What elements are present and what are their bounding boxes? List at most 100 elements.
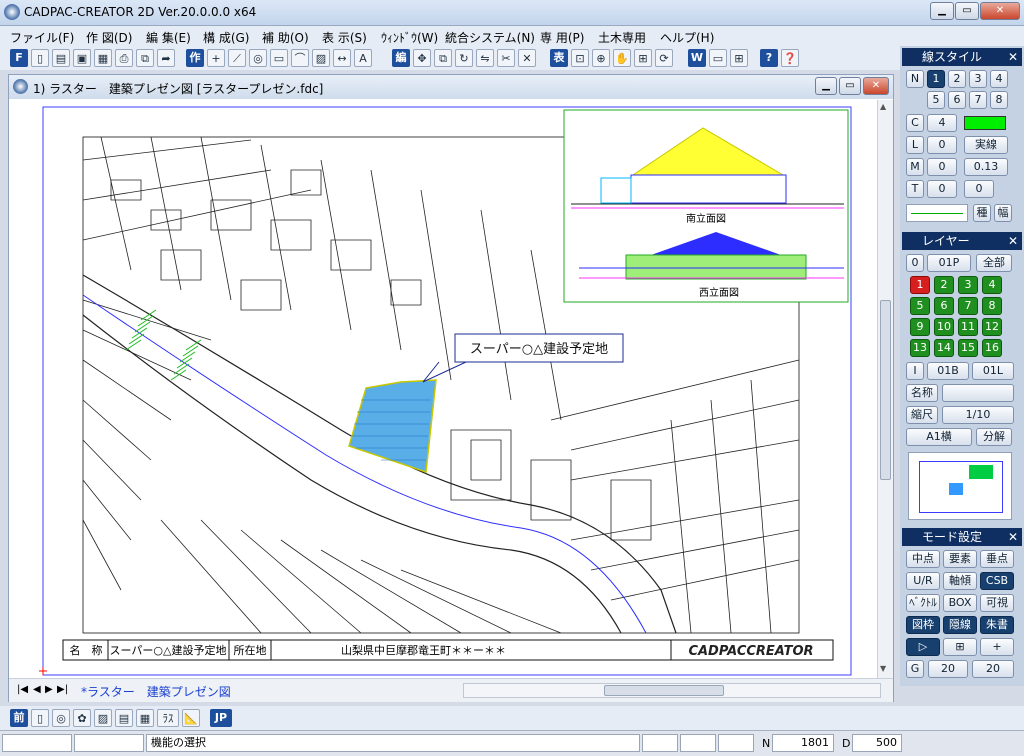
layer-button-5[interactable]: 5 [910, 297, 930, 315]
menu-view[interactable]: 表 示(S) [322, 29, 367, 46]
menu-file[interactable]: ファイル(F) [10, 29, 74, 46]
line-number-3[interactable]: 3 [969, 70, 987, 88]
menu-civil[interactable]: 土木専用 [598, 29, 646, 46]
doc-maximize-button[interactable]: ▭ [839, 77, 861, 95]
mode-axis[interactable]: 軸傾 [943, 572, 977, 590]
color-button[interactable]: C [906, 114, 924, 132]
layer-button-13[interactable]: 13 [910, 339, 930, 357]
mode-perpendicular[interactable]: 垂点 [980, 550, 1014, 568]
cursor-arrow-icon[interactable]: ▷ [906, 638, 940, 656]
line-number-6[interactable]: 6 [948, 91, 966, 109]
mode-element[interactable]: 要素 [943, 550, 977, 568]
save-as-icon[interactable]: ▦ [94, 49, 112, 67]
scroll-down-arrow[interactable]: ▼ [880, 664, 886, 673]
zoom-window-icon[interactable]: ⊡ [571, 49, 589, 67]
grid-icon[interactable]: ⊞ [943, 638, 977, 656]
layer-button-15[interactable]: 15 [958, 339, 978, 357]
linetype-name[interactable]: 実線 [964, 136, 1008, 154]
menu-integrated[interactable]: 統合システム(N) [445, 29, 535, 46]
layer-button-1[interactable]: 1 [910, 276, 930, 294]
line-n-button[interactable]: N [906, 70, 924, 88]
menu-help[interactable]: ヘルプ(H) [660, 29, 714, 46]
linetype-select[interactable]: 0 [927, 136, 957, 154]
point-icon[interactable]: + [207, 49, 225, 67]
vertical-scroll-thumb[interactable] [880, 300, 891, 480]
mode-hidden-line[interactable]: 隠線 [943, 616, 977, 634]
linetype-button[interactable]: L [906, 136, 924, 154]
split-button[interactable]: 分解 [976, 428, 1012, 446]
menu-assist[interactable]: 補 助(O) [262, 29, 309, 46]
folder-icon[interactable]: ▤ [115, 709, 133, 727]
layer-i-button[interactable]: I [906, 362, 924, 380]
single-window-icon[interactable]: ▭ [709, 49, 727, 67]
grid-value-2[interactable]: 20 [972, 660, 1014, 678]
rotate-icon[interactable]: ↻ [455, 49, 473, 67]
copy-icon[interactable]: ⧉ [434, 49, 452, 67]
color-select[interactable]: 4 [927, 114, 957, 132]
text-style-select[interactable]: 0 [927, 180, 957, 198]
pattern-icon[interactable]: ▨ [94, 709, 112, 727]
layer-button-6[interactable]: 6 [934, 297, 954, 315]
layer-select[interactable]: 01L [972, 362, 1014, 380]
drawing-canvas[interactable]: スーパー○△建設予定地 南立面図 西立面図 名 称 スーパー○△建設予定地 所在… [11, 100, 877, 678]
raster-button[interactable]: ﾗｽ [157, 709, 179, 727]
delete-icon[interactable]: ✕ [518, 49, 536, 67]
mode-csb[interactable]: CSB [980, 572, 1014, 590]
scale-button[interactable]: 縮尺 [906, 406, 938, 424]
block-select[interactable]: 01B [927, 362, 969, 380]
new-file-icon[interactable]: ▯ [31, 49, 49, 67]
mode-visible[interactable]: 可視 [980, 594, 1014, 612]
open-file-icon[interactable]: ▤ [52, 49, 70, 67]
line-number-4[interactable]: 4 [990, 70, 1008, 88]
paper-select[interactable]: A1横 [906, 428, 972, 446]
page-select[interactable]: 01P [927, 254, 971, 272]
vertical-scrollbar[interactable]: ▲ ▼ [877, 100, 893, 678]
width-select[interactable]: 0 [927, 158, 957, 176]
text-style-button[interactable]: T [906, 180, 924, 198]
move-icon[interactable]: ✥ [413, 49, 431, 67]
layer-button-16[interactable]: 16 [982, 339, 1002, 357]
layer-button-3[interactable]: 3 [958, 276, 978, 294]
layer-close-icon[interactable]: ✕ [1008, 232, 1018, 250]
tab-nav-last-icon[interactable]: ▶| [57, 684, 68, 695]
horizontal-scrollbar[interactable] [463, 683, 881, 698]
save-icon[interactable]: ▣ [73, 49, 91, 67]
text-style-select-2[interactable]: 0 [964, 180, 994, 198]
line-icon[interactable]: ⟋ [228, 49, 246, 67]
text-icon[interactable]: A [354, 49, 372, 67]
layer-thumbnail[interactable] [908, 452, 1012, 520]
tab-nav-prev-icon[interactable]: ◀ [33, 684, 41, 695]
circle-icon[interactable]: ◎ [249, 49, 267, 67]
pan-icon[interactable]: ✋ [613, 49, 631, 67]
target-icon[interactable]: ◎ [52, 709, 70, 727]
type-button[interactable]: 種 [973, 204, 991, 222]
menu-special[interactable]: 専 用(P) [540, 29, 584, 46]
layer-button-4[interactable]: 4 [982, 276, 1002, 294]
trim-icon[interactable]: ✂ [497, 49, 515, 67]
mode-box[interactable]: BOX [943, 594, 977, 612]
mode-vector[interactable]: ﾍﾞｸﾄﾙ [906, 594, 940, 612]
line-number-2[interactable]: 2 [948, 70, 966, 88]
scroll-up-arrow[interactable]: ▲ [880, 102, 886, 111]
export-icon[interactable]: ➦ [157, 49, 175, 67]
mode-midpoint[interactable]: 中点 [906, 550, 940, 568]
maximize-button[interactable]: ▭ [955, 2, 979, 20]
rectangle-icon[interactable]: ▭ [270, 49, 288, 67]
doc-minimize-button[interactable]: ▁ [815, 77, 837, 95]
line-number-1[interactable]: 1 [927, 70, 945, 88]
sheet-tab[interactable]: *ラスター 建築プレゼン図 [81, 683, 231, 700]
print-icon[interactable]: ⎙ [115, 49, 133, 67]
file-mode-button[interactable]: F [10, 49, 28, 67]
previous-button[interactable]: 前 [10, 709, 28, 727]
arc-icon[interactable]: ⌒ [291, 49, 309, 67]
jp-button[interactable]: JP [210, 709, 232, 727]
hatch-icon[interactable]: ▨ [312, 49, 330, 67]
all-layers-button[interactable]: 全部 [976, 254, 1012, 272]
zoom-in-icon[interactable]: ⊕ [592, 49, 610, 67]
mirror-icon[interactable]: ⇋ [476, 49, 494, 67]
layer-name-button[interactable]: 名称 [906, 384, 938, 402]
line-number-7[interactable]: 7 [969, 91, 987, 109]
layer-button-10[interactable]: 10 [934, 318, 954, 336]
view-mode-button[interactable]: 表 [550, 49, 568, 67]
layer-button-7[interactable]: 7 [958, 297, 978, 315]
